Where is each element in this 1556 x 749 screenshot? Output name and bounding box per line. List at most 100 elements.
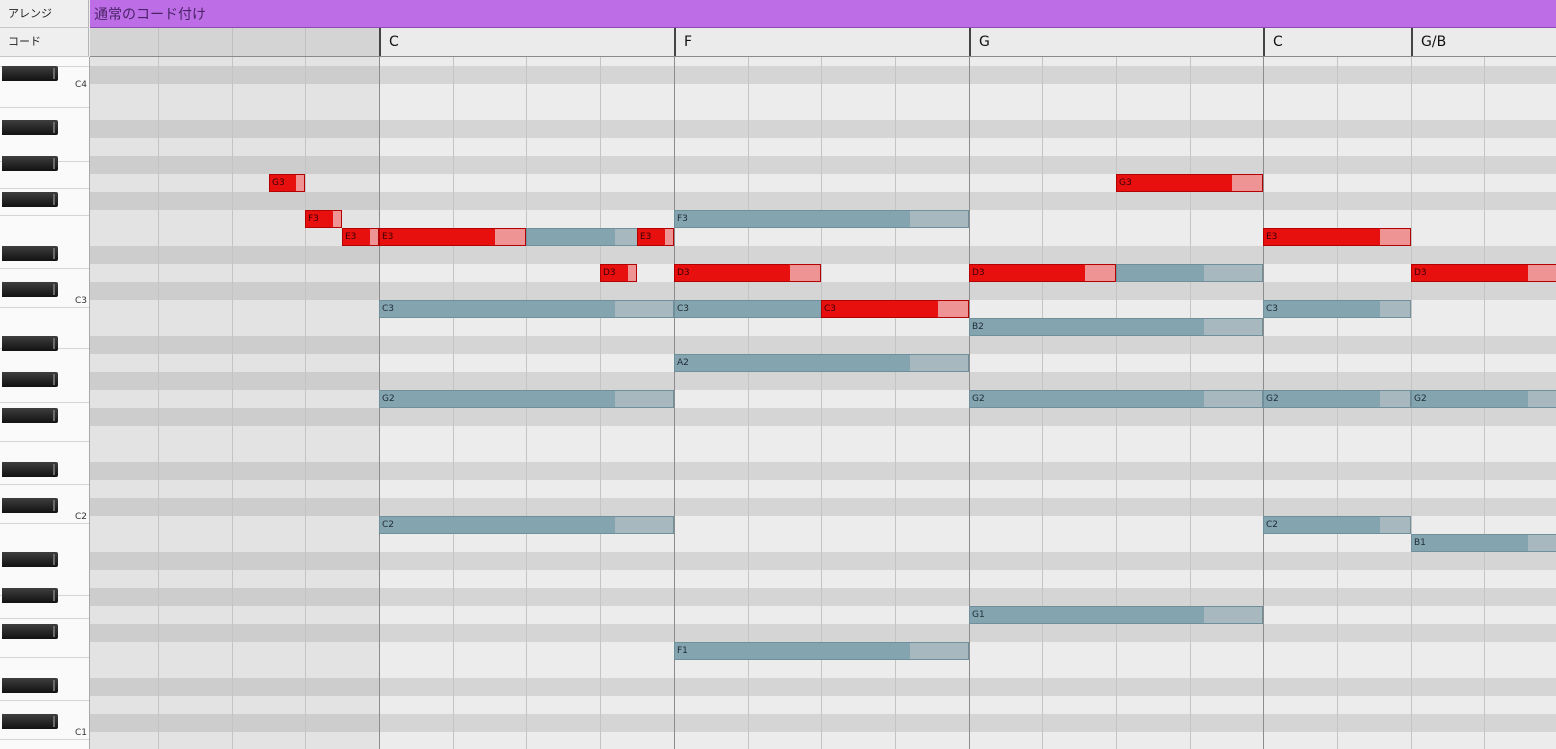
note-label: E3 bbox=[640, 232, 652, 242]
black-key[interactable] bbox=[2, 624, 58, 639]
note-f3[interactable]: F3 bbox=[674, 210, 969, 228]
note-b2[interactable]: B2 bbox=[969, 318, 1263, 336]
black-key[interactable] bbox=[2, 498, 58, 513]
black-key[interactable] bbox=[2, 66, 58, 81]
note-g3[interactable]: G3 bbox=[1116, 174, 1263, 192]
beat-line bbox=[305, 57, 306, 749]
note-d3[interactable]: D3 bbox=[969, 264, 1116, 282]
arrange-name: 通常のコード付け bbox=[94, 7, 206, 23]
note-e3[interactable]: E3 bbox=[342, 228, 379, 246]
note-g2[interactable]: G2 bbox=[1263, 390, 1411, 408]
note-release-tail bbox=[370, 229, 378, 245]
black-key[interactable] bbox=[2, 246, 58, 261]
note-g2[interactable]: G2 bbox=[1411, 390, 1556, 408]
black-key[interactable] bbox=[2, 552, 58, 567]
note-release-tail bbox=[1380, 517, 1410, 533]
black-key[interactable] bbox=[2, 714, 58, 729]
note-label: D3 bbox=[603, 268, 616, 278]
note-c2[interactable]: C2 bbox=[1263, 516, 1411, 534]
note-c2[interactable]: C2 bbox=[379, 516, 674, 534]
octave-label-c1: C1 bbox=[74, 728, 87, 738]
black-key[interactable] bbox=[2, 372, 58, 387]
white-key-divider bbox=[0, 402, 89, 403]
chord-track[interactable]: C F G C G/B bbox=[90, 28, 1556, 59]
white-key-divider bbox=[0, 484, 89, 485]
note-d3[interactable]: D3 bbox=[600, 264, 637, 282]
note-label: F3 bbox=[677, 214, 688, 224]
note-b1[interactable]: B1 bbox=[1411, 534, 1556, 552]
black-key[interactable] bbox=[2, 588, 58, 603]
note-release-tail bbox=[665, 229, 673, 245]
note-release-tail bbox=[296, 175, 304, 191]
note-release-tail bbox=[615, 301, 673, 317]
black-key[interactable] bbox=[2, 120, 58, 135]
note-label: D3 bbox=[1414, 268, 1427, 278]
note-g3[interactable]: G3 bbox=[269, 174, 305, 192]
black-key[interactable] bbox=[2, 462, 58, 477]
note-g2[interactable]: G2 bbox=[969, 390, 1263, 408]
white-key-divider bbox=[0, 215, 89, 216]
arrange-track-label: アレンジ bbox=[0, 0, 89, 28]
note-release-tail bbox=[1380, 229, 1410, 245]
note-c3[interactable]: C3 bbox=[821, 300, 969, 318]
note-f3[interactable]: F3 bbox=[305, 210, 342, 228]
note-d3-held[interactable] bbox=[1116, 264, 1263, 282]
note-e3[interactable]: E3 bbox=[1263, 228, 1411, 246]
black-key[interactable] bbox=[2, 336, 58, 351]
note-c3[interactable]: C3 bbox=[379, 300, 674, 318]
black-key[interactable] bbox=[2, 408, 58, 423]
arrange-track[interactable]: 通常のコード付け bbox=[90, 0, 1556, 28]
piano-keyboard[interactable]: C4 C3 C2 C1 bbox=[0, 57, 90, 749]
note-label: B1 bbox=[1414, 538, 1426, 548]
note-release-tail bbox=[615, 517, 673, 533]
note-f1[interactable]: F1 bbox=[674, 642, 969, 660]
note-g1[interactable]: G1 bbox=[969, 606, 1263, 624]
note-label: C3 bbox=[824, 304, 837, 314]
note-release-tail bbox=[333, 211, 341, 227]
black-key[interactable] bbox=[2, 192, 58, 207]
chord-f[interactable]: F bbox=[674, 28, 969, 56]
white-key-divider bbox=[0, 107, 89, 108]
note-release-tail bbox=[938, 301, 968, 317]
chord-track-label: コード bbox=[0, 28, 89, 57]
white-key-divider bbox=[0, 618, 89, 619]
note-e3[interactable]: E3 bbox=[379, 228, 526, 246]
note-label: A2 bbox=[677, 358, 689, 368]
chord-grid-tick bbox=[232, 28, 233, 56]
chord-c[interactable]: C bbox=[1263, 28, 1411, 56]
note-g2[interactable]: G2 bbox=[379, 390, 674, 408]
chord-g[interactable]: G bbox=[969, 28, 1263, 56]
note-d3[interactable]: D3 bbox=[1411, 264, 1556, 282]
note-label: G1 bbox=[972, 610, 985, 620]
black-key[interactable] bbox=[2, 678, 58, 693]
chord-g-over-b[interactable]: G/B bbox=[1411, 28, 1556, 56]
note-c3[interactable]: C3 bbox=[674, 300, 822, 318]
chord-c[interactable]: C bbox=[379, 28, 674, 56]
note-label: G2 bbox=[382, 394, 395, 404]
white-key-divider bbox=[0, 523, 89, 524]
note-label: C2 bbox=[1266, 520, 1279, 530]
note-label: C2 bbox=[382, 520, 395, 530]
note-e3[interactable]: E3 bbox=[637, 228, 674, 246]
note-label: G3 bbox=[272, 178, 285, 188]
black-key[interactable] bbox=[2, 282, 58, 297]
note-d3[interactable]: D3 bbox=[674, 264, 821, 282]
white-key-divider bbox=[0, 739, 89, 740]
note-label: D3 bbox=[972, 268, 985, 278]
note-release-tail bbox=[628, 265, 636, 281]
note-release-tail bbox=[1232, 175, 1262, 191]
note-c3[interactable]: C3 bbox=[1263, 300, 1411, 318]
octave-label-c2: C2 bbox=[74, 512, 87, 522]
white-key-divider bbox=[0, 657, 89, 658]
note-label: G2 bbox=[1414, 394, 1427, 404]
octave-label-c3: C3 bbox=[74, 296, 87, 306]
note-release-tail bbox=[1204, 319, 1262, 335]
note-label: G3 bbox=[1119, 178, 1132, 188]
note-release-tail bbox=[910, 355, 968, 371]
note-grid[interactable]: C3 G2 C2 F3 C3 A2 F1 B2 G2 G1 C3 G2 C2 G… bbox=[90, 57, 1556, 749]
chord-grid-tick bbox=[158, 28, 159, 56]
black-key[interactable] bbox=[2, 156, 58, 171]
chord-track-empty-region bbox=[90, 28, 379, 56]
note-release-tail bbox=[1380, 391, 1410, 407]
note-a2[interactable]: A2 bbox=[674, 354, 969, 372]
